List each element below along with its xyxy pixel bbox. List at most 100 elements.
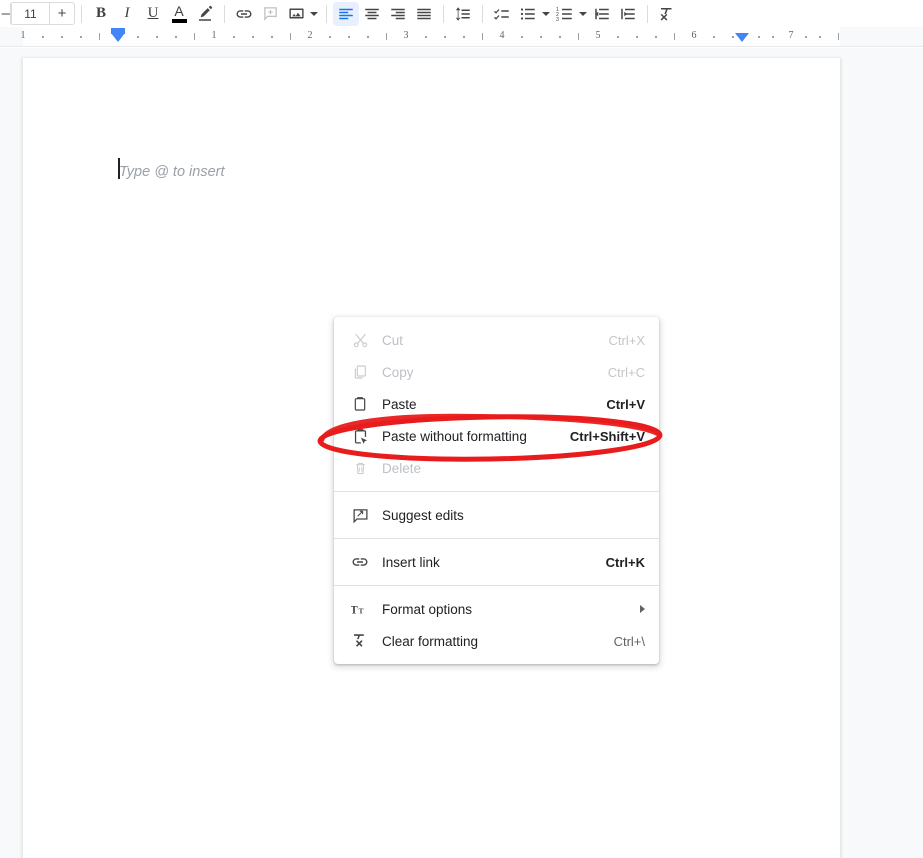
scissors-icon xyxy=(350,330,370,350)
ruler-number: 1 xyxy=(20,30,26,41)
ruler-tick xyxy=(137,36,139,38)
align-right-button[interactable] xyxy=(385,2,411,26)
numbered-list-dropdown-caret[interactable] xyxy=(579,11,587,16)
context-menu-separator xyxy=(334,585,659,586)
ruler-tick xyxy=(348,36,350,38)
context-menu-separator xyxy=(334,538,659,539)
ruler-tick xyxy=(732,36,734,38)
context-menu-item-paste[interactable]: Paste Ctrl+V xyxy=(334,388,659,420)
bulleted-list-dropdown-caret[interactable] xyxy=(542,11,550,16)
text-color-button[interactable]: A xyxy=(166,2,192,26)
ruler-tick xyxy=(758,36,760,38)
ruler-tick xyxy=(617,36,619,38)
ruler-tick xyxy=(819,36,821,38)
text-color-icon: A xyxy=(166,2,192,26)
decrease-indent-button[interactable] xyxy=(589,2,615,26)
ruler-track xyxy=(23,27,840,46)
ruler-tick-major xyxy=(578,33,579,40)
bulleted-list-button[interactable] xyxy=(515,2,541,26)
context-menu-item-cut[interactable]: Cut Ctrl+X xyxy=(334,324,659,356)
align-justify-button[interactable] xyxy=(411,2,437,26)
context-menu-item-insert-link[interactable]: Insert link Ctrl+K xyxy=(334,546,659,578)
font-size-increase-button[interactable]: + xyxy=(50,3,74,24)
clipboard-icon xyxy=(350,394,370,414)
ruler-tick xyxy=(175,36,177,38)
increase-indent-button[interactable] xyxy=(615,2,641,26)
add-comment-button[interactable] xyxy=(257,2,283,26)
ruler-tick-major xyxy=(290,33,291,40)
context-menu-item-accel: Ctrl+K xyxy=(605,554,645,570)
line-spacing-button[interactable] xyxy=(450,2,476,26)
suggest-edits-icon xyxy=(350,505,370,525)
context-menu-item-paste-without-formatting[interactable]: Paste without formatting Ctrl+Shift+V xyxy=(334,420,659,452)
context-menu-item-copy[interactable]: Copy Ctrl+C xyxy=(334,356,659,388)
context-menu-item-label: Suggest edits xyxy=(382,507,464,523)
context-menu-item-suggest-edits[interactable]: Suggest edits xyxy=(334,499,659,531)
font-size-stepper[interactable]: 11 + xyxy=(10,2,75,25)
context-menu-item-accel: Ctrl+C xyxy=(607,364,645,380)
context-menu-item-label: Copy xyxy=(382,364,414,380)
context-menu-item-accel: Ctrl+X xyxy=(608,332,645,348)
ruler-tick xyxy=(156,36,158,38)
align-left-button[interactable] xyxy=(333,1,359,26)
align-right-icon xyxy=(391,8,405,19)
ruler-tick xyxy=(329,36,331,38)
submenu-arrow-icon xyxy=(640,605,645,613)
ruler-number: 7 xyxy=(788,30,794,41)
ruler-tick xyxy=(463,36,465,38)
bold-button[interactable]: B xyxy=(88,2,114,26)
document-placeholder-text: Type @ to insert xyxy=(119,164,225,180)
context-menu-separator xyxy=(334,491,659,492)
toolbar-divider xyxy=(326,4,327,23)
toolbar-divider xyxy=(81,4,82,23)
context-menu-item-label: Paste without formatting xyxy=(382,428,527,444)
ruler-tick-major xyxy=(386,33,387,40)
ruler-tick xyxy=(42,36,44,38)
left-indent-marker[interactable] xyxy=(111,33,125,42)
context-menu-item-label: Cut xyxy=(382,332,404,348)
insert-image-button[interactable] xyxy=(283,2,309,26)
format-text-icon: T T xyxy=(350,599,370,619)
formatting-toolbar: – 11 + B I U A 1 2 3 xyxy=(0,0,923,27)
align-center-button[interactable] xyxy=(359,2,385,26)
ruler-tick xyxy=(233,36,235,38)
ruler-tick xyxy=(425,36,427,38)
font-size-decrease-stub: – xyxy=(1,5,10,22)
ruler-tick xyxy=(540,36,542,38)
numbered-list-icon: 1 2 3 xyxy=(556,7,572,22)
italic-button[interactable]: I xyxy=(114,2,140,26)
clear-formatting-button[interactable] xyxy=(654,2,680,26)
align-justify-icon xyxy=(417,8,431,19)
context-menu-item-delete[interactable]: Delete xyxy=(334,452,659,484)
document-ruler[interactable]: 1 1 2 3 4 5 6 7 xyxy=(0,27,923,47)
highlight-color-button[interactable] xyxy=(192,2,218,26)
ruler-tick xyxy=(772,36,774,38)
font-size-value[interactable]: 11 xyxy=(11,3,50,24)
ruler-tick xyxy=(61,36,63,38)
context-menu-item-label: Clear formatting xyxy=(382,633,479,649)
ruler-tick-major xyxy=(838,33,839,40)
context-menu[interactable]: Cut Ctrl+X Copy Ctrl+C Paste Ctrl+V Past… xyxy=(334,317,659,664)
right-indent-marker[interactable] xyxy=(735,33,749,42)
context-menu-item-clear-formatting[interactable]: Clear formatting Ctrl+\ xyxy=(334,625,659,657)
ruler-tick xyxy=(713,36,715,38)
insert-image-dropdown-caret[interactable] xyxy=(310,11,318,16)
toolbar-divider xyxy=(443,4,444,23)
underline-button[interactable]: U xyxy=(140,2,166,26)
context-menu-item-accel: Ctrl+Shift+V xyxy=(569,428,645,444)
image-icon xyxy=(288,8,304,19)
italic-icon: I xyxy=(124,5,130,21)
ruler-tick xyxy=(636,36,638,38)
context-menu-item-label: Paste xyxy=(382,396,417,412)
copy-icon xyxy=(350,362,370,382)
checklist-button[interactable] xyxy=(489,2,515,26)
insert-link-button[interactable] xyxy=(231,2,257,26)
context-menu-item-format-options[interactable]: T T Format options xyxy=(334,593,659,625)
ruler-tick xyxy=(521,36,523,38)
toolbar-divider xyxy=(647,4,648,23)
checklist-icon xyxy=(494,8,509,20)
numbered-list-button[interactable]: 1 2 3 xyxy=(552,2,578,26)
ruler-tick xyxy=(271,36,273,38)
ruler-number: 5 xyxy=(595,30,601,41)
context-menu-item-label: Delete xyxy=(382,460,422,476)
